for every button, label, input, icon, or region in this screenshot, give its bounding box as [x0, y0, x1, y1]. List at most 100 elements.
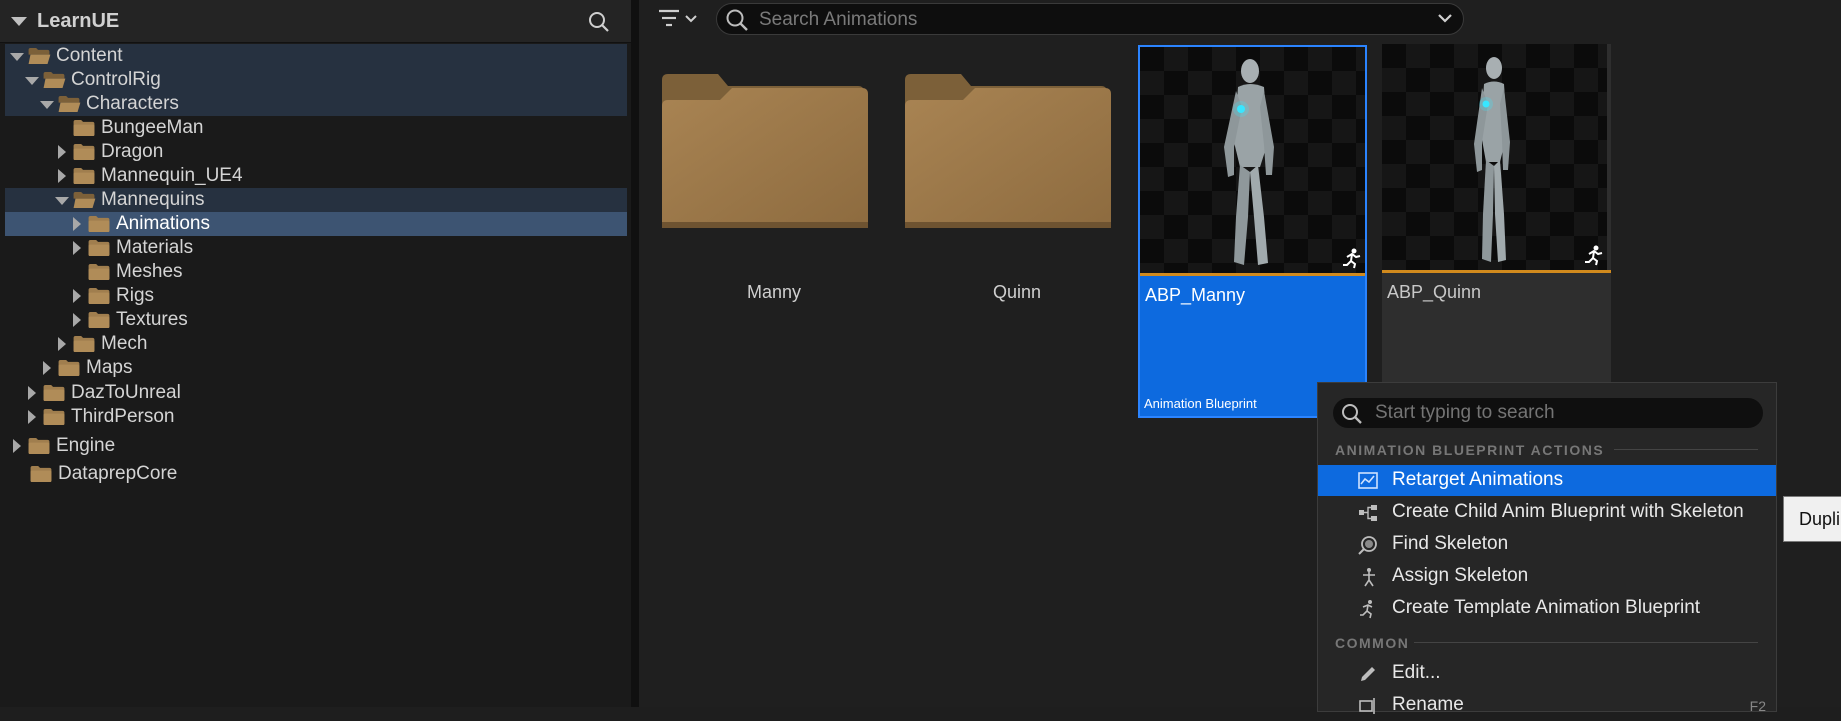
- folder-icon: [73, 167, 95, 185]
- asset-name: ABP_Manny: [1145, 285, 1246, 305]
- filter-icon[interactable]: [657, 6, 707, 32]
- folder-icon: [73, 335, 95, 353]
- tree-item-engine[interactable]: Engine: [5, 434, 627, 458]
- folder-icon: [30, 465, 52, 483]
- menu-item-edit[interactable]: Edit...: [1318, 658, 1776, 689]
- tree-item-dataprepcore[interactable]: DataprepCore: [5, 462, 627, 486]
- tree-item-daztounreal[interactable]: DazToUnreal: [5, 381, 627, 405]
- folder-icon: [43, 408, 65, 426]
- tree-item-materials[interactable]: Materials: [5, 236, 627, 260]
- shortcut-label: F2: [1749, 698, 1766, 714]
- search-input[interactable]: [757, 7, 1401, 33]
- section-divider: [1414, 642, 1758, 643]
- collapsed-arrow-icon[interactable]: [28, 410, 36, 424]
- collapsed-arrow-icon[interactable]: [73, 289, 81, 303]
- panel-header: LearnUE: [0, 0, 631, 43]
- tree-item-bungeeman[interactable]: BungeeMan: [5, 116, 627, 140]
- animation-blueprint-icon: [1343, 248, 1361, 269]
- tree-item-label: Animations: [116, 213, 210, 234]
- folder-icon: [88, 239, 110, 257]
- tree-item-animations[interactable]: Animations: [5, 212, 627, 236]
- search-icon: [726, 9, 748, 31]
- tree-item-label: DazToUnreal: [71, 382, 181, 403]
- collapsed-arrow-icon[interactable]: [73, 313, 81, 327]
- chevron-down-icon[interactable]: [1437, 12, 1453, 24]
- tree-item-mannequin_ue4[interactable]: Mannequin_UE4: [5, 164, 627, 188]
- tree-item-mannequins[interactable]: Mannequins: [5, 188, 627, 212]
- tree-item-label: Content: [56, 45, 123, 66]
- tooltip: Dupli: [1783, 496, 1841, 542]
- tree-item-label: Maps: [86, 357, 133, 378]
- folder-icon: [28, 437, 50, 455]
- collapsed-arrow-icon[interactable]: [43, 361, 51, 375]
- folder-open-icon: [28, 47, 51, 65]
- tree-item-label: Mech: [101, 333, 148, 354]
- child-blueprint-icon: [1359, 505, 1377, 521]
- folder-icon: [73, 143, 95, 161]
- menu-search-bar: [1333, 398, 1763, 428]
- folder-icon: [88, 287, 110, 305]
- tree-item-label: Characters: [86, 93, 179, 114]
- search-bar: [716, 3, 1464, 35]
- panel-splitter[interactable]: [631, 0, 639, 707]
- collapsed-arrow-icon[interactable]: [73, 241, 81, 255]
- menu-item-label: Create Child Anim Blueprint with Skeleto…: [1392, 501, 1744, 522]
- tree-item-characters[interactable]: Characters: [5, 92, 627, 116]
- menu-item-create-template-animation-blueprint[interactable]: Create Template Animation Blueprint: [1318, 593, 1776, 624]
- menu-search-input[interactable]: [1373, 401, 1747, 425]
- expanded-arrow-icon[interactable]: [25, 77, 39, 85]
- collapsed-arrow-icon[interactable]: [58, 169, 66, 183]
- tree-item-label: Dragon: [101, 141, 164, 162]
- folder-open-icon: [73, 191, 96, 209]
- collapsed-arrow-icon[interactable]: [58, 145, 66, 159]
- tree-item-maps[interactable]: Maps: [5, 356, 627, 380]
- template-icon: [1360, 600, 1373, 619]
- collapse-caret-icon[interactable]: [11, 17, 27, 26]
- menu-item-create-child-anim-blueprint[interactable]: Create Child Anim Blueprint with Skeleto…: [1318, 497, 1776, 528]
- menu-item-assign-skeleton[interactable]: Assign Skeleton: [1318, 561, 1776, 592]
- menu-item-label: Create Template Animation Blueprint: [1392, 597, 1701, 618]
- asset-thumbnail: [1140, 47, 1365, 273]
- menu-item-find-skeleton[interactable]: Find Skeleton: [1318, 529, 1776, 560]
- menu-item-rename[interactable]: Rename F2: [1318, 690, 1776, 721]
- tree-item-label: Mannequins: [101, 189, 205, 210]
- asset-name: ABP_Quinn: [1387, 282, 1482, 302]
- menu-item-label: Rename: [1392, 694, 1464, 715]
- asset-type-color-bar: [1140, 273, 1365, 276]
- tree-item-thirdperson[interactable]: ThirdPerson: [5, 405, 627, 429]
- expanded-arrow-icon[interactable]: [55, 197, 69, 205]
- tree-item-label: Mannequin_UE4: [101, 165, 243, 186]
- section-divider: [1614, 449, 1758, 450]
- tree-item-content[interactable]: Content: [5, 44, 627, 68]
- asset-card-abp-manny[interactable]: ABP_Manny Animation Blueprint: [1138, 45, 1367, 418]
- tree-item-mech[interactable]: Mech: [5, 332, 627, 356]
- collapsed-arrow-icon[interactable]: [28, 386, 36, 400]
- menu-item-label: Retarget Animations: [1392, 469, 1564, 490]
- folder-icon: [662, 74, 868, 228]
- assign-skeleton-icon: [1363, 568, 1375, 587]
- folder-icon: [58, 359, 80, 377]
- asset-card-abp-quinn[interactable]: ABP_Quinn: [1382, 44, 1611, 419]
- search-icon[interactable]: [588, 11, 610, 33]
- expanded-arrow-icon[interactable]: [10, 53, 24, 61]
- folder-icon: [43, 384, 65, 402]
- tree-item-textures[interactable]: Textures: [5, 308, 627, 332]
- collapsed-arrow-icon[interactable]: [13, 439, 21, 453]
- tree-item-rigs[interactable]: Rigs: [5, 284, 627, 308]
- tooltip-text: Dupli: [1799, 509, 1841, 529]
- collapsed-arrow-icon[interactable]: [58, 337, 66, 351]
- collapsed-arrow-icon[interactable]: [73, 217, 81, 231]
- panel-title: LearnUE: [37, 10, 120, 32]
- folder-icon: [905, 74, 1111, 228]
- tree-item-controlrig[interactable]: ControlRig: [5, 68, 627, 92]
- tree-item-meshes[interactable]: Meshes: [5, 260, 627, 284]
- tree-item-dragon[interactable]: Dragon: [5, 140, 627, 164]
- tree-item-label: Rigs: [116, 285, 155, 306]
- expanded-arrow-icon[interactable]: [40, 101, 54, 109]
- tree-item-label: DataprepCore: [58, 463, 178, 484]
- menu-item-retarget-animations[interactable]: Retarget Animations: [1318, 465, 1776, 496]
- tree-item-label: ThirdPerson: [71, 406, 175, 427]
- context-menu: ANIMATION BLUEPRINT ACTIONS Retarget Ani…: [1317, 382, 1777, 715]
- folder-icon: [88, 215, 110, 233]
- menu-item-label: Assign Skeleton: [1392, 565, 1529, 586]
